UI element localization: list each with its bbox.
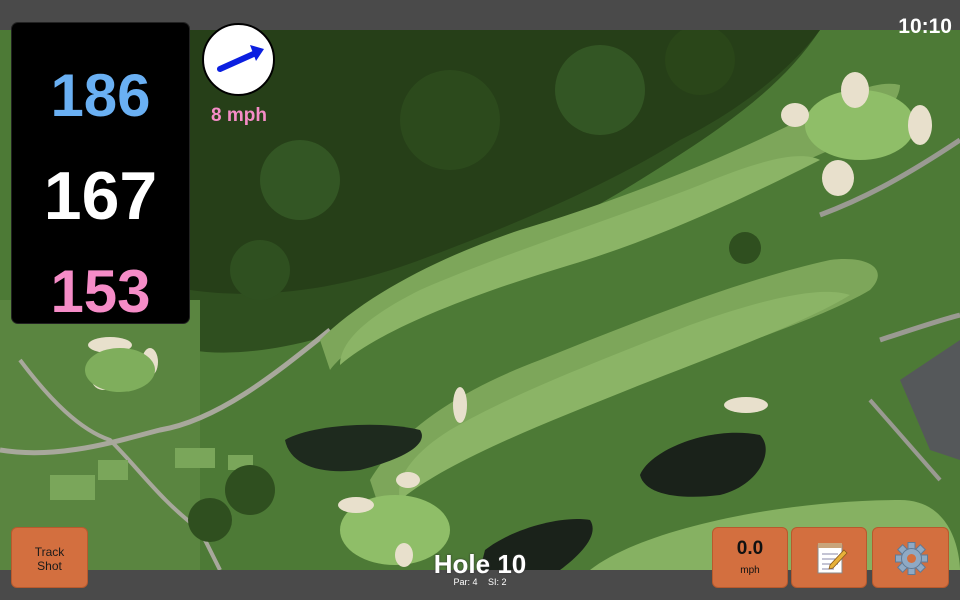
hole-title: Hole 10	[433, 549, 527, 579]
track-shot-label-line2: Shot	[37, 559, 62, 573]
center-yardage: 167	[43, 158, 158, 234]
gear-icon	[895, 542, 928, 575]
track-shot-button[interactable]: Track Shot	[11, 527, 88, 588]
arrow-icon	[217, 45, 264, 72]
speed-button[interactable]: 0.0 mph	[712, 527, 788, 588]
wind-speed-label: 8 mph	[211, 105, 267, 126]
hole-stroke-index: SI: 2	[488, 577, 507, 587]
track-shot-label-line1: Track	[34, 545, 65, 559]
settings-button[interactable]	[872, 527, 949, 588]
yardage-panel: 186 167 153	[11, 22, 190, 325]
wind-direction-indicator	[202, 23, 275, 96]
clock-time: 10:10	[898, 15, 952, 38]
notepad-icon	[817, 543, 848, 574]
front-yardage: 153	[50, 258, 151, 325]
speed-value: 0.0	[736, 538, 764, 559]
speed-unit: mph	[740, 565, 760, 576]
hole-info: Par: 4 SI: 2	[380, 577, 580, 587]
notes-button[interactable]	[791, 527, 867, 588]
back-yardage: 186	[50, 62, 151, 129]
hole-par: Par: 4	[453, 577, 478, 587]
